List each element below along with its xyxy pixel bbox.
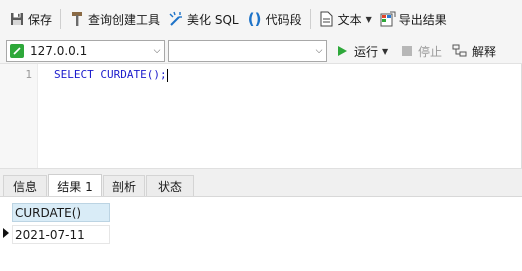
database-select[interactable]: ⌵ bbox=[168, 40, 327, 62]
main-toolbar: 保存 查询创建工具 美化 SQL () 代码段 文本 ▼ 导出结果 bbox=[0, 0, 522, 38]
connection-status-icon bbox=[10, 44, 24, 58]
parentheses-icon: () bbox=[247, 10, 262, 28]
stop-icon bbox=[402, 46, 412, 56]
connection-value: 127.0.0.1 bbox=[30, 44, 88, 58]
magic-wand-icon bbox=[168, 11, 184, 27]
export-results-label: 导出结果 bbox=[398, 12, 447, 27]
tab-status[interactable]: 状态 bbox=[146, 175, 194, 197]
tab-profile[interactable]: 剖析 bbox=[103, 175, 145, 197]
export-icon bbox=[380, 11, 396, 27]
column-header-label: CURDATE() bbox=[15, 205, 82, 220]
toolbar-separator bbox=[60, 9, 62, 29]
tab-label: 剖析 bbox=[111, 180, 136, 194]
table-row[interactable]: 2021-07-11 bbox=[12, 225, 110, 244]
explain-button[interactable]: 解释 bbox=[452, 42, 496, 60]
stop-button[interactable]: 停止 bbox=[402, 42, 442, 60]
save-label: 保存 bbox=[28, 12, 53, 27]
run-button[interactable]: 运行 ▼ bbox=[336, 42, 388, 60]
query-builder-label: 查询创建工具 bbox=[88, 12, 161, 27]
export-results-button[interactable]: 导出结果 bbox=[376, 7, 451, 31]
chevron-down-icon[interactable]: ⌵ bbox=[312, 46, 326, 56]
tab-label: 信息 bbox=[12, 180, 37, 194]
line-number-gutter: 1 bbox=[0, 64, 38, 168]
result-tabs: 信息 结果 1 剖析 状态 bbox=[0, 168, 522, 197]
table-cell[interactable]: 2021-07-11 bbox=[15, 228, 85, 242]
beautify-sql-label: 美化 SQL bbox=[187, 12, 239, 27]
line-number: 1 bbox=[25, 68, 32, 81]
run-label: 运行 bbox=[354, 44, 379, 59]
column-header[interactable]: CURDATE() bbox=[12, 203, 110, 222]
chevron-down-icon[interactable]: ▼ bbox=[382, 47, 388, 56]
sql-text: SELECT CURDATE(); bbox=[54, 68, 167, 81]
tab-label: 状态 bbox=[157, 180, 182, 194]
stop-label: 停止 bbox=[418, 44, 443, 59]
chevron-down-icon[interactable]: ▼ bbox=[366, 15, 372, 24]
sql-code-line[interactable]: SELECT CURDATE(); bbox=[54, 68, 168, 82]
play-icon bbox=[338, 46, 347, 56]
text-mode-label: 文本 bbox=[337, 12, 362, 27]
beautify-sql-button[interactable]: 美化 SQL bbox=[164, 7, 243, 31]
query-builder-button[interactable]: 查询创建工具 bbox=[65, 7, 164, 31]
results-grid: CURDATE() 2021-07-11 bbox=[0, 196, 522, 271]
sql-editor[interactable]: 1 SELECT CURDATE(); bbox=[0, 64, 522, 168]
text-cursor bbox=[166, 68, 168, 82]
connection-bar: 127.0.0.1 ⌵ ⌵ 运行 ▼ 停止 解释 bbox=[0, 38, 522, 64]
connection-select[interactable]: 127.0.0.1 ⌵ bbox=[6, 40, 165, 62]
hammer-icon bbox=[69, 11, 85, 27]
toolbar-separator bbox=[309, 9, 311, 29]
tab-result-1[interactable]: 结果 1 bbox=[48, 174, 102, 197]
explain-label: 解释 bbox=[472, 44, 497, 59]
save-icon bbox=[9, 11, 25, 27]
code-snippet-label: 代码段 bbox=[265, 12, 302, 27]
text-mode-button[interactable]: 文本 ▼ bbox=[315, 7, 376, 31]
save-button[interactable]: 保存 bbox=[5, 7, 56, 31]
tab-label: 结果 1 bbox=[57, 179, 93, 194]
explain-icon bbox=[452, 44, 467, 57]
code-snippet-button[interactable]: () 代码段 bbox=[243, 7, 306, 31]
document-icon bbox=[319, 11, 335, 27]
tab-info[interactable]: 信息 bbox=[3, 175, 47, 197]
chevron-down-icon[interactable]: ⌵ bbox=[150, 46, 164, 56]
current-row-marker-icon bbox=[3, 228, 9, 238]
